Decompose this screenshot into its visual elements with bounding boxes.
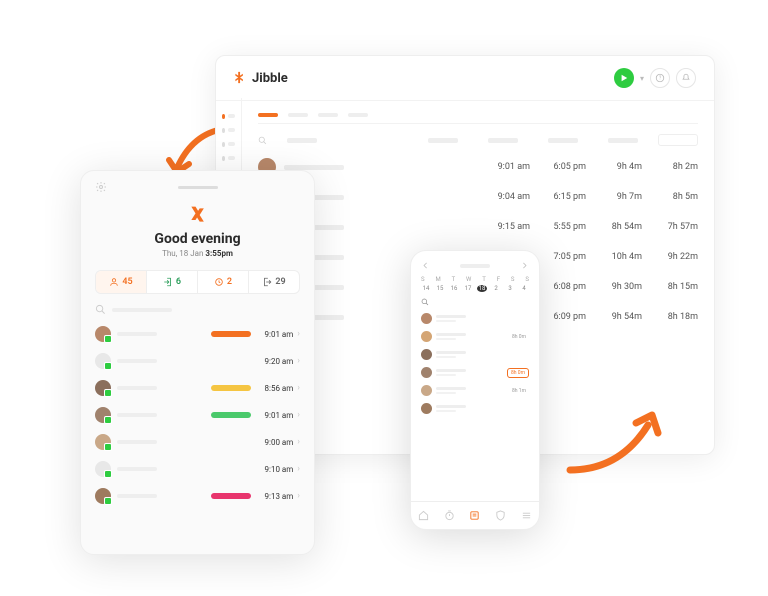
- table-row[interactable]: J9:04 am6:15 pm9h 7m8h 5m: [258, 188, 698, 206]
- desktop-tabs[interactable]: [258, 113, 698, 124]
- list-item[interactable]: 9:01 am›: [95, 407, 300, 423]
- timer-icon[interactable]: [444, 510, 455, 521]
- list-item[interactable]: 8h 1m: [421, 385, 529, 396]
- phone-window: SMTWTFSS 1415161718234 8h 0m 8h 0m 8h 1m: [410, 250, 540, 530]
- list-item[interactable]: 8h 0m: [421, 331, 529, 342]
- list-item[interactable]: 9:20 am›: [95, 353, 300, 369]
- export-button[interactable]: [658, 134, 698, 146]
- brand-logo: Jibble: [234, 71, 288, 86]
- svg-text:?: ?: [659, 76, 662, 82]
- list-item[interactable]: 9:13 am›: [95, 488, 300, 504]
- arrow-icon: [560, 395, 670, 485]
- chevron-left-icon[interactable]: [421, 261, 430, 270]
- search-icon: [421, 298, 429, 306]
- notif-button[interactable]: [676, 68, 696, 88]
- list-item[interactable]: [421, 403, 529, 414]
- table-row[interactable]: 9:15 am5:55 pm8h 54m7h 57m: [258, 218, 698, 236]
- list-item[interactable]: [421, 313, 529, 324]
- search-input[interactable]: [421, 298, 529, 306]
- chevron-right-icon[interactable]: [520, 261, 529, 270]
- list-item[interactable]: 8h 0m: [421, 367, 529, 378]
- greeting: Good evening: [95, 231, 300, 247]
- list-icon[interactable]: [469, 510, 480, 521]
- play-button[interactable]: [614, 68, 634, 88]
- list-item[interactable]: 9:00 am›: [95, 434, 300, 450]
- list-item[interactable]: 8:56 am›: [95, 380, 300, 396]
- shield-icon[interactable]: [495, 510, 506, 521]
- phone-tabbar[interactable]: [411, 501, 539, 529]
- datetime: Thu, 18 Jan 3:55pm: [95, 249, 300, 258]
- home-icon[interactable]: [418, 510, 429, 521]
- calendar-week[interactable]: SMTWTFSS 1415161718234: [421, 276, 529, 292]
- tablet-window: Good evening Thu, 18 Jan 3:55pm 45 6 2 2…: [80, 170, 315, 555]
- brand-logo-icon: [188, 205, 208, 225]
- search-icon[interactable]: [258, 136, 267, 145]
- list-item[interactable]: 9:01 am›: [95, 326, 300, 342]
- help-button[interactable]: ?: [650, 68, 670, 88]
- stat-break[interactable]: 2: [198, 271, 249, 293]
- stat-in[interactable]: 45: [96, 271, 147, 293]
- search-icon: [95, 304, 106, 315]
- table-row[interactable]: 9:01 am6:05 pm9h 4m8h 2m: [258, 158, 698, 176]
- menu-icon[interactable]: [521, 510, 532, 521]
- search-input[interactable]: [95, 304, 300, 315]
- stat-login[interactable]: 6: [147, 271, 198, 293]
- status-tabs[interactable]: 45 6 2 29: [95, 270, 300, 294]
- list-item[interactable]: 9:10 am›: [95, 461, 300, 477]
- list-item[interactable]: [421, 349, 529, 360]
- gear-icon[interactable]: [95, 181, 107, 193]
- stat-out[interactable]: 29: [249, 271, 299, 293]
